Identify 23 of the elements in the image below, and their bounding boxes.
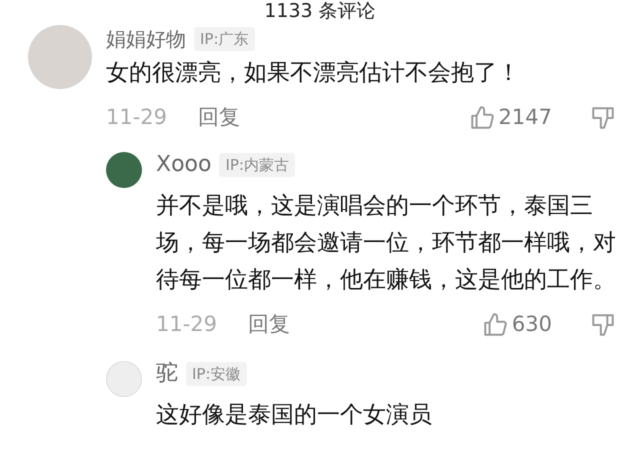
comment-text: 这好像是泰国的一个女演员 xyxy=(156,401,433,430)
username: 驼 xyxy=(156,360,178,388)
like-button[interactable]: 2147 xyxy=(468,102,552,134)
reply-link[interactable]: 回复 xyxy=(248,309,290,341)
ip-location-tag: IP:安徽 xyxy=(186,362,247,386)
thumbs-down-icon[interactable] xyxy=(590,105,616,132)
ip-location-tag: IP:广东 xyxy=(194,26,255,52)
comment-date: 11-29 xyxy=(156,311,218,338)
comment-count: 1133 条评论 xyxy=(263,1,377,23)
avatar-image[interactable] xyxy=(106,152,142,188)
username: Xooo xyxy=(156,152,212,178)
reply-link[interactable]: 回复 xyxy=(198,102,240,134)
like-count: 2147 xyxy=(498,104,552,132)
like-button[interactable]: 630 xyxy=(482,309,552,341)
comment-text: 并不是哦，这是演唱会的一个环节，泰国三场，每一场都会邀请一位，环节都一样哦，对待每一位都一样，他在赚钱，这是他的工作。 xyxy=(156,192,617,296)
thumbs-up-icon[interactable] xyxy=(482,312,508,338)
username: 娟娟好物 xyxy=(106,27,186,52)
like-count: 630 xyxy=(512,311,552,338)
ip-location-tag: IP:内蒙古 xyxy=(219,152,295,178)
comment-date: 11-29 xyxy=(106,104,168,132)
thumbs-down-icon[interactable] xyxy=(590,312,616,338)
comment-text: 女的很漂亮，如果不漂亮估计不会抱了！ xyxy=(106,59,521,88)
thumbs-up-icon[interactable] xyxy=(468,105,495,132)
